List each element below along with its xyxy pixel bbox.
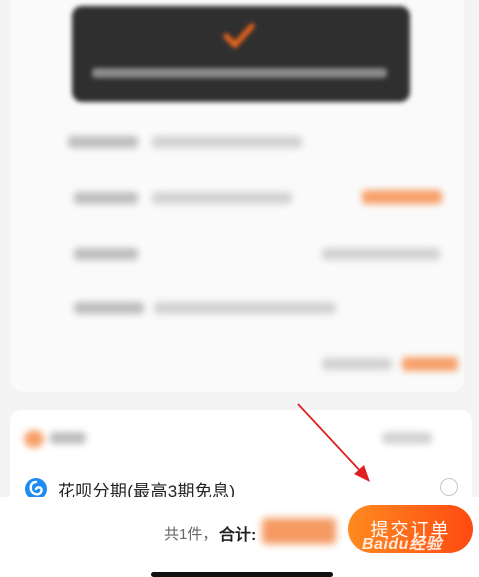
order-row-1	[10, 122, 464, 162]
item-count: 共1件，	[164, 526, 218, 543]
home-indicator	[151, 572, 333, 577]
toast-message	[92, 68, 387, 78]
order-row-2	[10, 178, 464, 218]
order-row-3	[10, 234, 464, 274]
total-amount	[262, 518, 336, 544]
huabei-radio[interactable]	[440, 478, 458, 496]
watermark: Baidu经验	[362, 536, 442, 553]
total-label: 合计:	[219, 527, 257, 544]
order-row-4	[10, 288, 464, 328]
toast-overlay	[72, 6, 410, 102]
payment-method-card: 花呗分期(最高3期免息)	[10, 410, 472, 510]
order-subtotal-row	[10, 346, 464, 386]
checkmark-icon	[223, 23, 255, 49]
